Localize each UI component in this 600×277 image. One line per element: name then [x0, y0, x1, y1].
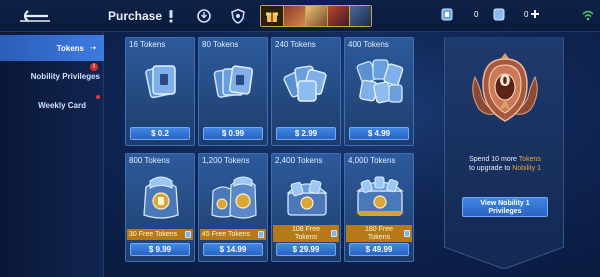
token-pack-card[interactable]: 240 Tokens $ 2.99: [271, 37, 341, 146]
token-pack-card[interactable]: 4,000 Tokens 180 Free Tokens $ 49.99: [344, 153, 414, 262]
price-button[interactable]: $ 2.99: [276, 127, 336, 140]
token-pack-card[interactable]: 1,200 Tokens 45 Free Tokens $ 14.99: [198, 153, 268, 262]
info-highlight: Nobility 1: [512, 165, 541, 172]
info-highlight: Tokens: [518, 156, 541, 163]
hero-portrait: [283, 6, 305, 26]
token-icon: [441, 8, 453, 21]
price-button[interactable]: $ 4.99: [349, 127, 409, 140]
token-chest-icon: [356, 176, 404, 216]
alert-badge: !: [90, 63, 98, 71]
sidebar: Tokens ➝ Nobility Privileges ! Weekly Ca…: [0, 32, 104, 277]
recharge-icon[interactable]: [196, 8, 212, 24]
page-title: Purchase: [108, 9, 163, 23]
pack-name: 80 Tokens: [202, 40, 239, 49]
hero-portrait: [305, 6, 327, 26]
back-icon[interactable]: [18, 8, 52, 24]
nobility-progress-text: Spend 10 more Tokens to upgrade to Nobil…: [449, 155, 561, 173]
token-cards-icon: [283, 65, 327, 102]
pack-name: 1,200 Tokens: [202, 156, 250, 165]
token-pouch-icon: [211, 176, 257, 219]
gift-icon: [261, 6, 283, 26]
token-icon: [404, 230, 410, 237]
sidebar-item-nobility-privileges[interactable]: Nobility Privileges !: [0, 63, 104, 89]
token-pack-card[interactable]: 400 Tokens $ 4.99: [344, 37, 414, 146]
pack-name: 400 Tokens: [348, 40, 389, 49]
token-count: 0: [474, 10, 479, 19]
pack-name: 2,400 Tokens: [275, 156, 323, 165]
bonus-banner: 45 Free Tokens: [200, 229, 266, 240]
bonus-banner: 108 Free Tokens: [273, 225, 339, 242]
button-label: View Nobility 1: [480, 200, 530, 207]
token-icon: [258, 231, 264, 238]
nobility-panel: 0 Spend 10 more Tokens to upgrade to Nob…: [444, 37, 564, 247]
price-button[interactable]: $ 0.99: [203, 127, 263, 140]
info-icon[interactable]: [163, 8, 179, 24]
info-text: to upgrade to: [469, 165, 513, 172]
sidebar-item-label: Weekly Card: [38, 101, 86, 110]
pack-name: 4,000 Tokens: [348, 156, 396, 165]
pack-name: 240 Tokens: [275, 40, 316, 49]
token-balance: 0: [440, 7, 480, 23]
bonus-text: 30 Free Tokens: [129, 231, 178, 238]
pack-name: 16 Tokens: [129, 40, 166, 49]
sidebar-item-weekly-card[interactable]: Weekly Card: [0, 92, 104, 118]
bonus-banner: 30 Free Tokens: [127, 229, 193, 240]
hero-portrait: [327, 6, 349, 26]
token-cards-icon: [145, 65, 176, 99]
bonus-text: 180 Free: [364, 226, 394, 233]
diamond-balance: 0: [492, 7, 542, 23]
add-icon[interactable]: [530, 9, 540, 19]
token-chest-icon: [286, 179, 328, 216]
token-icon: [331, 230, 337, 237]
token-cards-icon: [356, 59, 404, 104]
token-pack-card[interactable]: 80 Tokens $ 0.99: [198, 37, 268, 146]
token-pouch-icon: [143, 176, 179, 219]
price-button[interactable]: $ 14.99: [203, 243, 263, 256]
hero-portrait: [349, 6, 371, 26]
wifi-icon: [582, 10, 594, 21]
bonus-text: 108 Free: [291, 226, 321, 233]
nobility-level: 0: [499, 71, 511, 90]
view-nobility-button[interactable]: View Nobility 1 Privileges: [462, 197, 548, 217]
token-cards-icon: [213, 65, 254, 98]
hero-promo-strip[interactable]: [260, 5, 372, 27]
price-button[interactable]: $ 49.99: [349, 243, 409, 256]
chevron-right-icon: ➝: [90, 45, 96, 52]
bonus-text: Tokens: [294, 234, 318, 241]
sidebar-item-label: Tokens: [56, 44, 84, 53]
bonus-banner: 180 Free Tokens: [346, 225, 412, 242]
diamond-count: 0: [524, 10, 529, 19]
top-bar: Purchase 0 0: [0, 0, 600, 32]
pack-name: 800 Tokens: [129, 156, 170, 165]
banner-tail: [444, 247, 564, 269]
token-pack-card[interactable]: 2,400 Tokens 108 Free Tokens $ 29.99: [271, 153, 341, 262]
sidebar-item-label: Nobility Privileges: [30, 72, 100, 81]
info-text: Spend 10 more: [469, 156, 519, 163]
notification-dot: [96, 95, 100, 99]
sidebar-item-tokens[interactable]: Tokens ➝: [0, 35, 104, 61]
token-pack-card[interactable]: 800 Tokens 30 Free Tokens $ 9.99: [125, 153, 195, 262]
price-button[interactable]: $ 29.99: [276, 243, 336, 256]
price-button[interactable]: $ 0.2: [130, 127, 190, 140]
bonus-text: Tokens: [367, 234, 391, 241]
bonus-text: 45 Free Tokens: [202, 231, 251, 238]
shield-icon[interactable]: [230, 8, 246, 24]
token-pack-card[interactable]: 16 Tokens $ 0.2: [125, 37, 195, 146]
diamond-icon: [493, 8, 505, 21]
token-icon: [185, 231, 191, 238]
button-label: Privileges: [488, 208, 522, 215]
price-button[interactable]: $ 9.99: [130, 243, 190, 256]
